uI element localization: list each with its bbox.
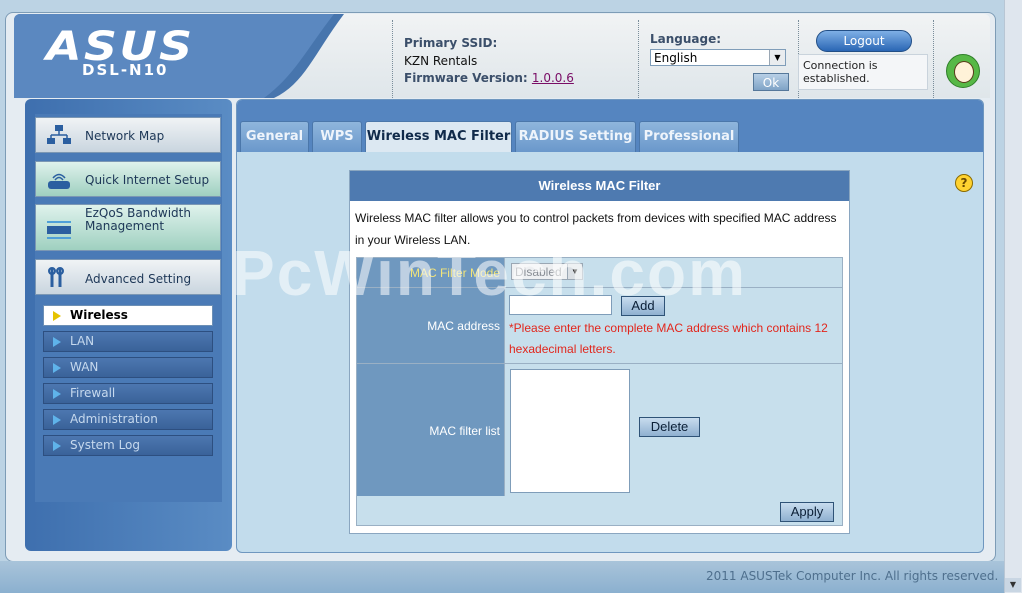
sidebar-item-label: LAN: [70, 334, 95, 348]
model-name: DSL-N10: [82, 61, 169, 79]
tools-icon: [48, 267, 64, 287]
watermark: PcWinTech.com: [232, 237, 747, 309]
logout-button[interactable]: Logout: [816, 30, 912, 52]
apply-button[interactable]: Apply: [780, 502, 834, 522]
copyright: 2011 ASUSTek Computer Inc. All rights re…: [706, 569, 999, 583]
mac-filter-list-label: MAC filter list: [357, 364, 504, 499]
tab-bar: General WPS Wireless MAC Filter RADIUS S…: [237, 100, 983, 152]
ssid-value: KZN Rentals: [404, 54, 478, 68]
arrow-right-icon: [53, 415, 61, 425]
chevron-down-icon: ▼: [769, 50, 785, 65]
sidebar-item-firewall[interactable]: Firewall: [43, 383, 213, 404]
tab-wireless-mac-filter[interactable]: Wireless MAC Filter: [365, 121, 512, 152]
firmware-label: Firmware Version:: [404, 71, 528, 85]
sidebar-item-lan[interactable]: LAN: [43, 331, 213, 352]
firmware-link[interactable]: 1.0.0.6: [532, 71, 574, 85]
connection-status: Connection is established.: [798, 54, 928, 90]
divider: [638, 20, 639, 98]
firmware-row: Firmware Version: 1.0.0.6: [404, 71, 574, 85]
sidebar-item-wan[interactable]: WAN: [43, 357, 213, 378]
language-select[interactable]: English ▼: [650, 49, 786, 66]
arrow-right-icon: [53, 363, 61, 373]
tab-professional[interactable]: Professional: [639, 121, 739, 152]
mac-filter-form: Wireless MAC Filter Wireless MAC filter …: [349, 170, 850, 534]
sidebar-item-label: Wireless: [70, 308, 128, 322]
ok-button[interactable]: Ok: [753, 73, 789, 91]
mac-filter-listbox[interactable]: [510, 369, 630, 493]
ssid-label: Primary SSID:: [404, 36, 498, 50]
language-value: English: [654, 51, 698, 65]
sidebar-item-quick-setup[interactable]: Quick Internet Setup: [35, 161, 221, 197]
help-icon[interactable]: ?: [955, 174, 973, 192]
sidebar-item-label: System Log: [70, 438, 140, 452]
sidebar-item-label: Network Map: [85, 129, 165, 143]
tab-wps[interactable]: WPS: [312, 121, 362, 152]
sidebar-item-administration[interactable]: Administration: [43, 409, 213, 430]
sidebar-item-wireless[interactable]: Wireless: [43, 305, 213, 326]
arrow-right-icon: [53, 389, 61, 399]
arrow-right-icon: [53, 441, 61, 451]
sidebar-item-label: Quick Internet Setup: [85, 173, 210, 187]
apply-row: Apply: [357, 496, 842, 525]
qos-icon: [47, 221, 71, 239]
vertical-scrollbar[interactable]: [1004, 0, 1022, 593]
divider: [933, 20, 934, 98]
sidebar-item-label: Advanced Setting: [85, 272, 192, 286]
form-title: Wireless MAC Filter: [350, 171, 849, 201]
arrow-right-icon: [53, 311, 61, 321]
router-icon: [48, 173, 70, 189]
sidebar-item-label: WAN: [70, 360, 99, 374]
sidebar-item-advanced-setting[interactable]: Advanced Setting: [35, 259, 221, 295]
mac-address-hint: *Please enter the complete MAC address w…: [509, 321, 828, 356]
language-label: Language:: [650, 32, 722, 46]
divider: [392, 20, 393, 98]
mac-filter-list-cell: Delete: [504, 364, 842, 499]
sidebar-item-network-map[interactable]: Network Map: [35, 117, 221, 153]
sidebar-item-system-log[interactable]: System Log: [43, 435, 213, 456]
sidebar-item-ezqos[interactable]: EzQoS Bandwidth Management: [35, 204, 221, 251]
sidebar-item-label: Administration: [70, 412, 158, 426]
mascot-icon: [946, 54, 980, 88]
scroll-down-icon[interactable]: ▼: [1005, 578, 1021, 592]
tab-radius-setting[interactable]: RADIUS Setting: [515, 121, 636, 152]
delete-button[interactable]: Delete: [639, 417, 700, 437]
arrow-right-icon: [53, 337, 61, 347]
sidebar-item-label: EzQoS Bandwidth Management: [85, 206, 191, 233]
network-map-icon: [47, 125, 71, 144]
tab-general[interactable]: General: [240, 121, 309, 152]
sidebar-item-label: Firewall: [70, 386, 116, 400]
